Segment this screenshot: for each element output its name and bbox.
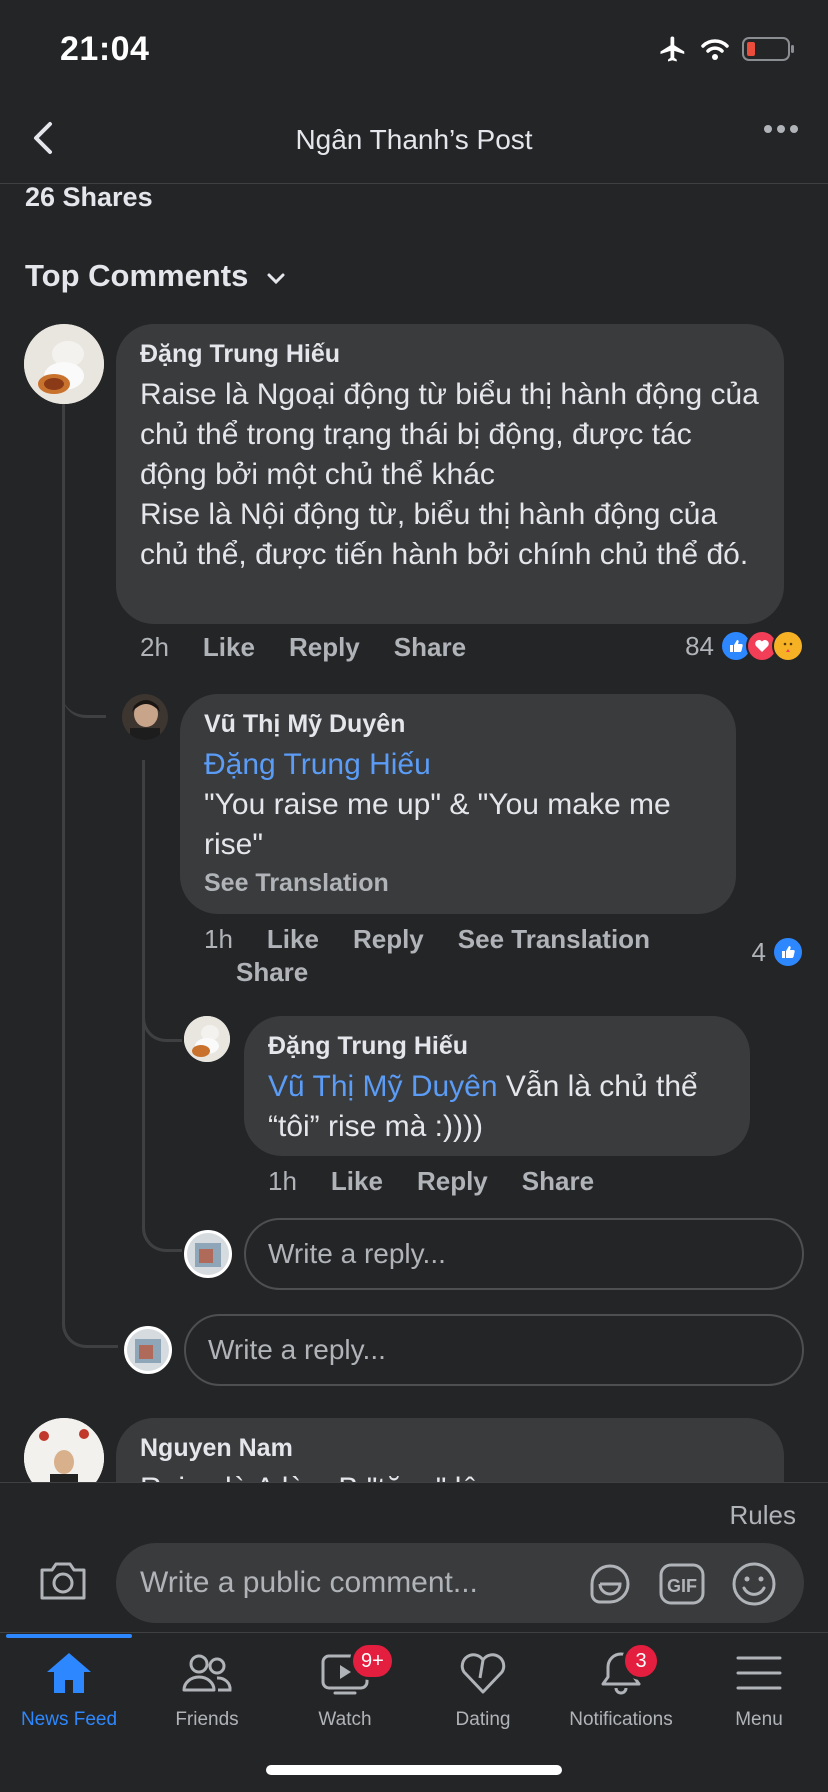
comment-actions-row2: Share: [236, 957, 308, 988]
see-translation-button[interactable]: See Translation: [458, 924, 650, 955]
dot-icon: [777, 125, 785, 133]
tab-label: Menu: [735, 1709, 783, 1730]
tab-label: Friends: [175, 1709, 239, 1730]
dot-icon: [764, 125, 772, 133]
share-button[interactable]: Share: [522, 1166, 594, 1197]
comment-author[interactable]: Đặng Trung Hiếu: [140, 340, 760, 369]
friends-icon: [181, 1650, 233, 1701]
comment-sort-label: Top Comments: [25, 258, 249, 293]
dot-icon: [790, 125, 798, 133]
mention-link[interactable]: Vũ Thị Mỹ Duyên: [268, 1070, 498, 1103]
tab-dating[interactable]: Dating: [414, 1650, 552, 1731]
comment-actions: 1h Like Reply See Translation: [204, 924, 650, 955]
like-button[interactable]: Like: [203, 632, 255, 663]
like-button[interactable]: Like: [331, 1166, 383, 1197]
chevron-down-icon: [266, 258, 286, 294]
more-options-button[interactable]: [764, 125, 798, 133]
airplane-icon: [658, 34, 688, 69]
mention-link[interactable]: Đặng Trung Hiếu: [204, 745, 712, 785]
wifi-icon: [700, 37, 730, 66]
tab-friends[interactable]: Friends: [138, 1650, 276, 1731]
reply-button[interactable]: Reply: [353, 924, 424, 955]
comment-bubble[interactable]: Đặng Trung Hiếu Vũ Thị Mỹ Duyên Vẫn là c…: [244, 1016, 750, 1156]
reactions-summary[interactable]: 4: [752, 936, 804, 968]
watch-badge: 9+: [350, 1642, 395, 1680]
status-time: 21:04: [60, 30, 150, 68]
tab-news-feed[interactable]: News Feed: [0, 1650, 138, 1731]
reaction-count: 4: [751, 936, 766, 967]
tab-label: Notifications: [569, 1709, 673, 1730]
comment-bubble[interactable]: Đặng Trung Hiếu Raise là Ngoại động từ b…: [116, 324, 784, 624]
battery-icon: [742, 36, 796, 67]
thread-line: [62, 402, 122, 718]
home-icon: [44, 1650, 94, 1701]
comment-author[interactable]: Nguyen Nam: [140, 1434, 760, 1463]
home-indicator: [266, 1765, 562, 1775]
tab-notifications[interactable]: Notifications 3: [552, 1642, 690, 1731]
see-translation-link[interactable]: See Translation: [204, 869, 712, 898]
camera-icon: [38, 1562, 88, 1606]
dating-icon: [458, 1650, 508, 1701]
sticker-icon[interactable]: [586, 1560, 634, 1613]
camera-button[interactable]: [38, 1558, 88, 1607]
comment-sort-selector[interactable]: Top Comments: [25, 258, 286, 294]
comment-text-container: Vũ Thị Mỹ Duyên Vẫn là chủ thể “tôi” ris…: [268, 1067, 726, 1147]
care-reaction-icon: [772, 630, 804, 662]
menu-icon: [734, 1650, 784, 1701]
my-avatar: [184, 1230, 232, 1278]
status-icons: [658, 34, 796, 69]
comment-actions: 1h Like Reply Share: [268, 1166, 594, 1197]
svg-text:GIF: GIF: [667, 1576, 697, 1596]
thread-line: [142, 760, 182, 1042]
thread-line: [142, 1020, 182, 1252]
my-avatar: [124, 1326, 172, 1374]
shares-count[interactable]: 26 Shares: [25, 182, 153, 213]
comment-text: "You raise me up" & "You make me rise": [204, 788, 671, 861]
like-button[interactable]: Like: [267, 924, 319, 955]
page-title: Ngân Thanh’s Post: [295, 124, 533, 155]
reply-button[interactable]: Reply: [417, 1166, 488, 1197]
notifications-badge: 3: [622, 1642, 660, 1680]
tab-label: Dating: [455, 1709, 511, 1730]
comment-time: 2h: [140, 632, 169, 662]
comment-time: 1h: [204, 924, 233, 954]
reply-button[interactable]: Reply: [289, 632, 360, 663]
emoji-icon[interactable]: [730, 1560, 778, 1613]
reply-input[interactable]: Write a reply...: [184, 1314, 804, 1386]
comment-actions: 2h Like Reply Share: [140, 632, 466, 663]
avatar[interactable]: [122, 694, 168, 740]
gif-icon[interactable]: GIF: [658, 1560, 706, 1613]
comment-author[interactable]: Đặng Trung Hiếu: [268, 1032, 726, 1061]
tab-label: News Feed: [20, 1709, 118, 1730]
avatar[interactable]: [24, 324, 104, 404]
avatar[interactable]: [184, 1016, 230, 1062]
composer-icons: GIF: [586, 1560, 778, 1613]
tab-menu[interactable]: Menu: [690, 1650, 828, 1731]
comment-bubble[interactable]: Vũ Thị Mỹ Duyên Đặng Trung Hiếu "You rai…: [180, 694, 736, 914]
thread-line: [62, 700, 118, 1348]
reaction-count: 84: [685, 630, 714, 661]
reply-input[interactable]: Write a reply...: [244, 1218, 804, 1290]
share-button[interactable]: Share: [236, 957, 308, 988]
comment-time: 1h: [268, 1166, 297, 1196]
tab-watch[interactable]: Watch 9+: [276, 1642, 414, 1731]
tab-label: Watch: [318, 1709, 372, 1730]
share-button[interactable]: Share: [394, 632, 466, 663]
comment-text: Raise là Ngoại động từ biểu thị hành độn…: [140, 378, 759, 571]
comment-author[interactable]: Vũ Thị Mỹ Duyên: [204, 710, 712, 739]
active-tab-indicator: [6, 1634, 132, 1638]
reactions-summary[interactable]: 84: [685, 630, 804, 662]
rules-link[interactable]: Rules: [730, 1500, 796, 1531]
like-reaction-icon: [772, 936, 804, 968]
